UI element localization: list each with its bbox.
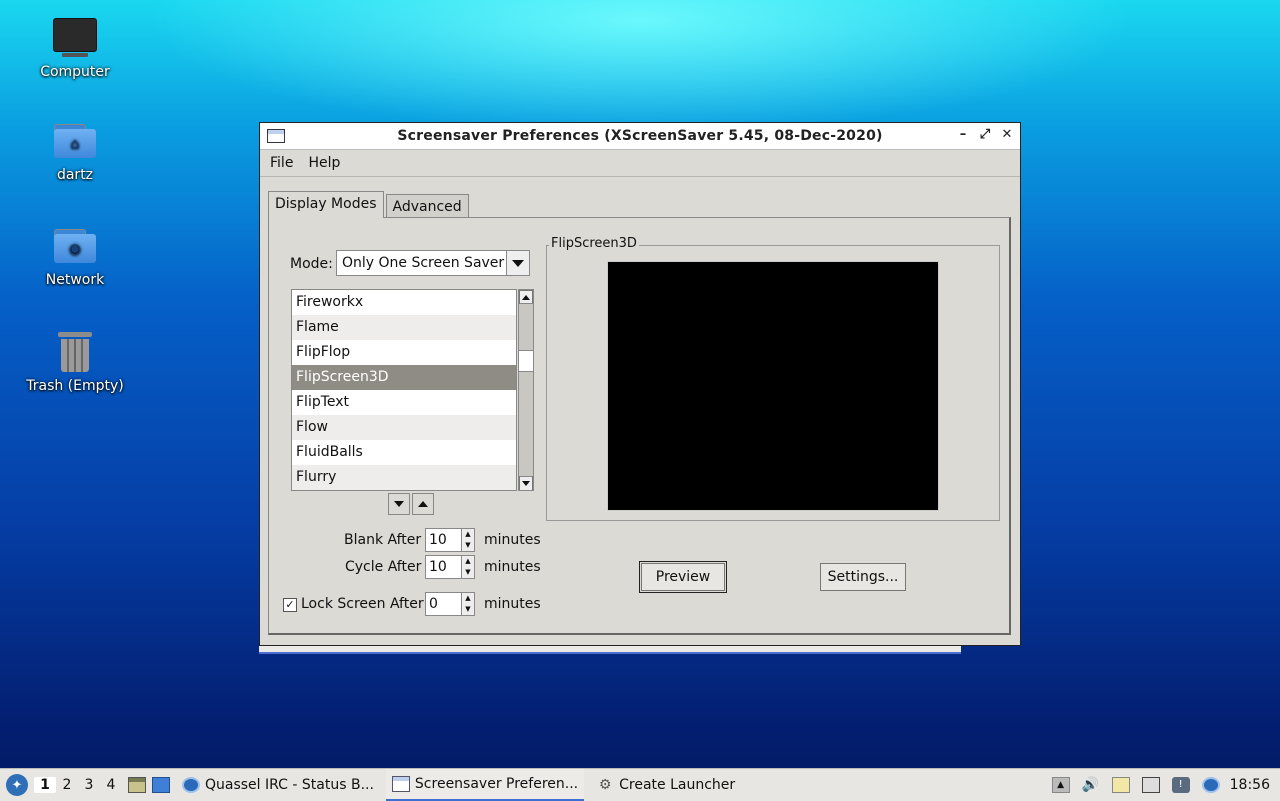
previous-screensaver-button[interactable] xyxy=(412,493,434,515)
mode-label: Mode: xyxy=(290,256,333,272)
settings-button[interactable]: Settings... xyxy=(820,563,906,591)
task-screensaver-preferences[interactable]: Screensaver Preferen... xyxy=(385,769,585,801)
workspace-1[interactable]: 1 xyxy=(34,777,56,793)
spinner-arrows[interactable]: ▲ ▼ xyxy=(461,556,474,578)
arrow-down-icon xyxy=(394,501,404,507)
list-item[interactable]: FluidBalls xyxy=(292,440,516,465)
preview-button[interactable]: Preview xyxy=(639,561,727,593)
title-bar[interactable]: Screensaver Preferences (XScreenSaver 5.… xyxy=(260,123,1020,150)
minimize-button[interactable]: – xyxy=(956,127,970,143)
workspace-3[interactable]: 3 xyxy=(78,777,100,793)
lock-screen-spinner[interactable]: 0 ▲ ▼ xyxy=(425,592,475,616)
list-nav-buttons xyxy=(388,493,434,515)
list-item[interactable]: Flurry xyxy=(292,465,516,490)
tab-display-modes[interactable]: Display Modes xyxy=(268,191,384,218)
cycle-after-spinner[interactable]: 10 ▲ ▼ xyxy=(425,555,475,579)
task-label: Screensaver Preferen... xyxy=(414,776,579,792)
spinner-arrows[interactable]: ▲ ▼ xyxy=(461,593,474,615)
blank-after-value: 10 xyxy=(429,532,447,548)
blank-after-spinner[interactable]: 10 ▲ ▼ xyxy=(425,528,475,552)
trash-icon xyxy=(58,332,92,372)
spinner-arrows[interactable]: ▲ ▼ xyxy=(461,529,474,551)
home-folder-icon: ⌂ xyxy=(54,124,96,158)
desktop-icon-label: Network xyxy=(45,272,105,288)
desktop-icon-label: Computer xyxy=(40,64,110,80)
task-label: Quassel IRC - Status B... xyxy=(205,777,374,793)
arrow-up-icon xyxy=(522,294,530,300)
clipboard-icon[interactable] xyxy=(1111,777,1130,793)
blank-after-label: Blank After xyxy=(344,532,422,548)
gear-icon: ⚙ xyxy=(598,777,612,793)
blank-after-unit: minutes xyxy=(484,532,541,548)
list-scrollbar[interactable] xyxy=(518,289,534,491)
menu-bar: File Help xyxy=(260,150,1020,177)
desktop-icon-computer[interactable]: Computer xyxy=(15,18,135,80)
file-manager-icon[interactable] xyxy=(128,777,146,793)
arrow-down-icon xyxy=(522,481,530,486)
desktop-icon-trash[interactable]: Trash (Empty) xyxy=(15,332,135,394)
list-item[interactable]: Fireworkx xyxy=(292,290,516,315)
lock-screen-unit: minutes xyxy=(484,596,541,612)
desktop-icon-label: Trash (Empty) xyxy=(26,378,124,394)
close-button[interactable]: ✕ xyxy=(1000,127,1014,143)
menu-help[interactable]: Help xyxy=(298,155,345,171)
workspace-2[interactable]: 2 xyxy=(56,777,78,793)
volume-icon[interactable]: 🔊 xyxy=(1082,777,1100,793)
task-create-launcher[interactable]: ⚙ Create Launcher xyxy=(590,769,741,801)
next-screensaver-button[interactable] xyxy=(388,493,410,515)
list-item[interactable]: Flame xyxy=(292,315,516,340)
desktop-icon-home[interactable]: ⌂ dartz xyxy=(15,124,135,183)
system-tray: ▲ 🔊 ! 18:56 xyxy=(1046,769,1280,801)
lock-screen-checkbox[interactable]: ✓ xyxy=(283,598,297,612)
cycle-after-unit: minutes xyxy=(484,559,541,575)
arrow-up-icon xyxy=(418,501,428,507)
notification-icon[interactable]: ! xyxy=(1171,777,1190,793)
background-window-edge xyxy=(259,646,961,654)
screensaver-list[interactable]: Fireworkx Flame FlipFlop FlipScreen3D Fl… xyxy=(291,289,517,491)
computer-icon xyxy=(53,18,97,57)
show-desktop-icon[interactable] xyxy=(152,777,170,793)
cycle-after-label: Cycle After xyxy=(345,559,422,575)
desktop-icon-network[interactable]: ◉ Network xyxy=(15,229,135,288)
network-folder-icon: ◉ xyxy=(54,229,96,263)
clock[interactable]: 18:56 xyxy=(1230,777,1270,793)
menu-file[interactable]: File xyxy=(260,155,298,171)
window-title: Screensaver Preferences (XScreenSaver 5.… xyxy=(397,128,883,144)
preview-frame-title: FlipScreen3D xyxy=(549,236,639,251)
quassel-tray-icon[interactable] xyxy=(1201,777,1220,793)
scrollbar-thumb[interactable] xyxy=(519,350,533,372)
task-quassel[interactable]: Quassel IRC - Status B... xyxy=(176,769,380,801)
tab-bar: Display Modes Advanced xyxy=(268,191,471,218)
lock-screen-value: 0 xyxy=(429,596,438,612)
window-icon xyxy=(391,776,410,792)
cycle-after-value: 10 xyxy=(429,559,447,575)
list-item[interactable]: Flow xyxy=(292,415,516,440)
scroll-up-button[interactable] xyxy=(519,290,533,304)
list-item[interactable]: FlipFlop xyxy=(292,340,516,365)
tab-advanced[interactable]: Advanced xyxy=(385,194,469,218)
network-icon[interactable] xyxy=(1141,777,1160,793)
quassel-icon xyxy=(182,777,200,793)
taskbar: ✦ 1 2 3 4 Quassel IRC - Status B... Scre… xyxy=(0,768,1280,801)
chevron-down-icon[interactable] xyxy=(506,251,529,275)
start-menu-icon[interactable]: ✦ xyxy=(6,774,28,796)
maximize-button[interactable]: ⤢ xyxy=(978,127,992,143)
task-label: Create Launcher xyxy=(619,777,736,793)
workspace-4[interactable]: 4 xyxy=(100,777,122,793)
mode-value: Only One Screen Saver xyxy=(342,255,505,271)
list-item[interactable]: FlipText xyxy=(292,390,516,415)
list-item-selected[interactable]: FlipScreen3D xyxy=(292,365,516,390)
lock-screen-label: Lock Screen After xyxy=(301,596,424,612)
scroll-down-button[interactable] xyxy=(519,476,533,490)
preview-area xyxy=(607,261,939,511)
screensaver-preferences-window: Screensaver Preferences (XScreenSaver 5.… xyxy=(259,122,1021,646)
tray-arrow-icon[interactable]: ▲ xyxy=(1051,777,1070,793)
desktop-icon-label: dartz xyxy=(56,167,94,183)
mode-dropdown[interactable]: Only One Screen Saver xyxy=(336,250,530,276)
